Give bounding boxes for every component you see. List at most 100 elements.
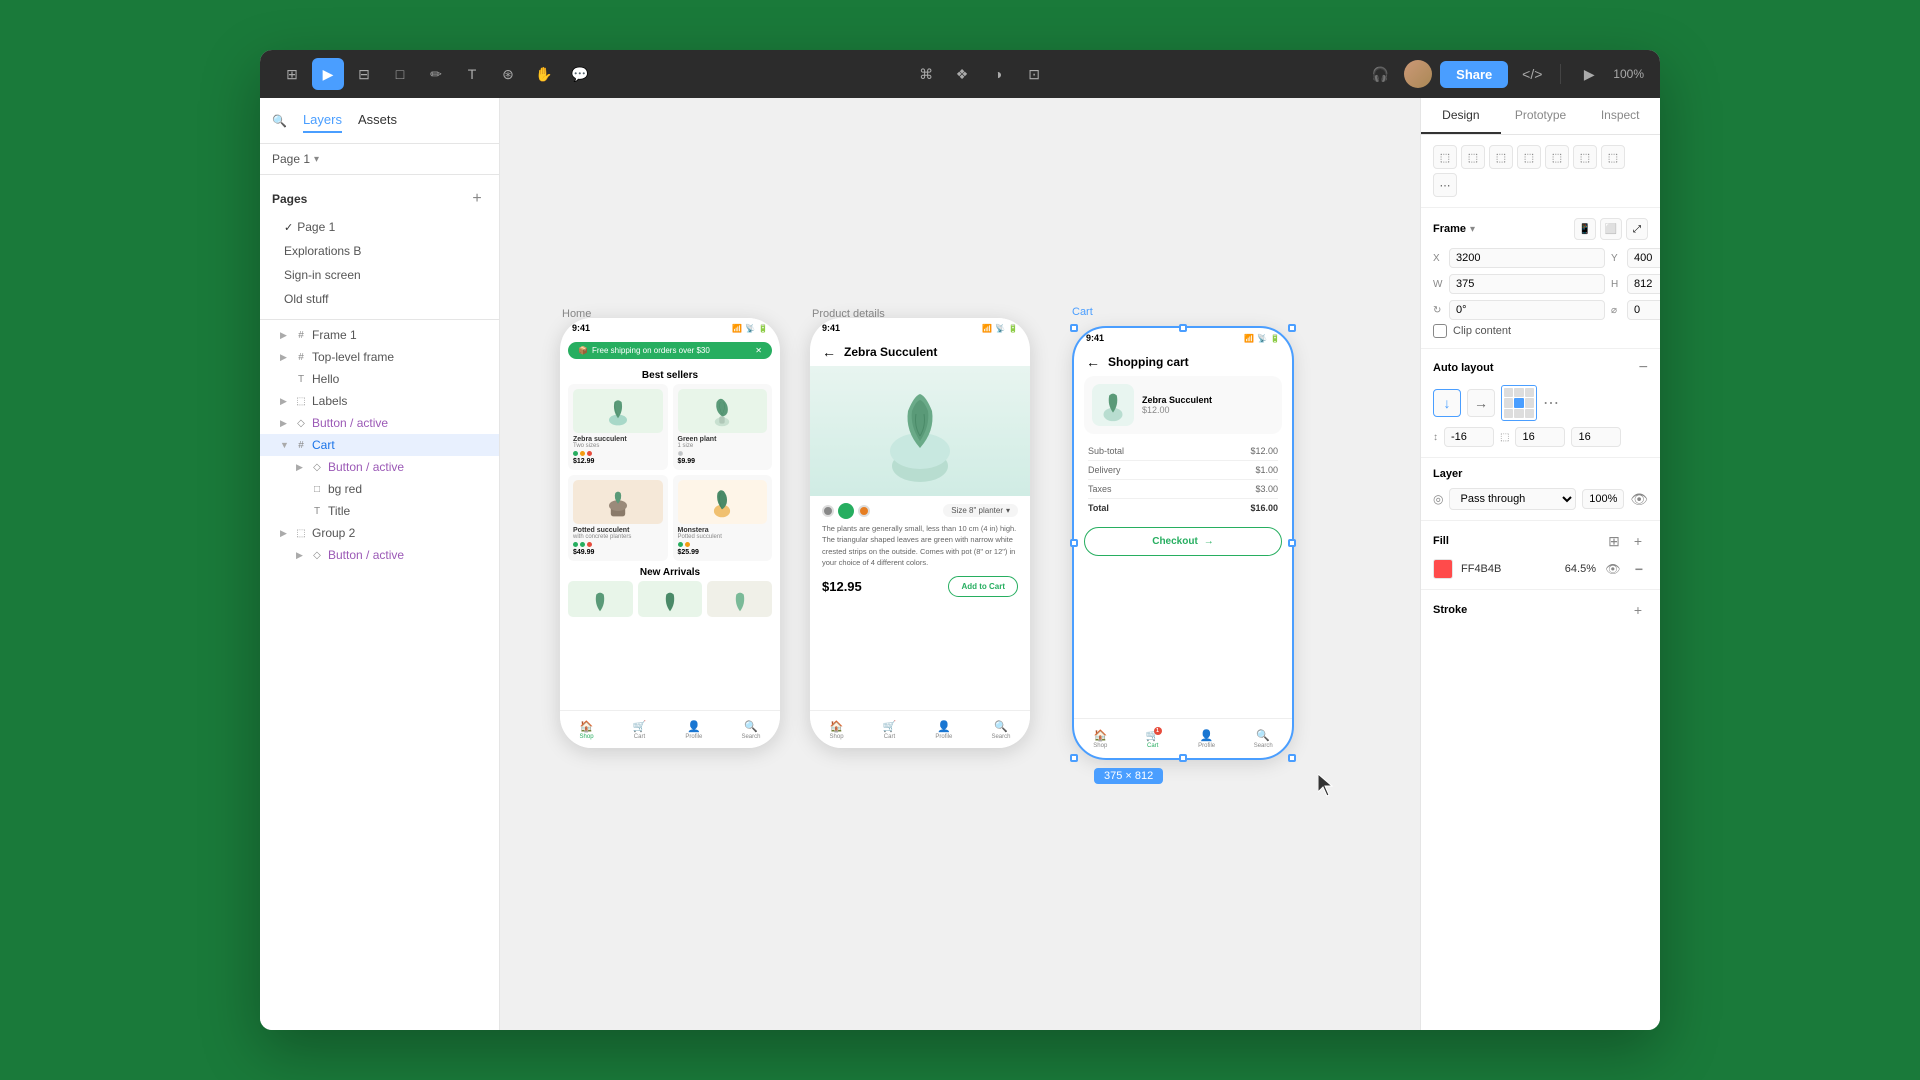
grid-tool[interactable]: ⊞ xyxy=(276,58,308,90)
more-options-button[interactable]: ⋯ xyxy=(1433,173,1457,197)
x-input[interactable] xyxy=(1449,248,1605,268)
play-button[interactable]: ▶ xyxy=(1573,58,1605,90)
align-right-button[interactable]: ⬚ xyxy=(1489,145,1513,169)
add-to-cart-button[interactable]: Add to Cart xyxy=(948,576,1018,597)
layer-cart[interactable]: ▼ # Cart xyxy=(260,434,499,456)
fill-add-button[interactable]: + xyxy=(1628,531,1648,551)
share-button[interactable]: Share xyxy=(1440,61,1508,88)
code-view-button[interactable]: </> xyxy=(1516,58,1548,90)
frame-tool[interactable]: ⊟ xyxy=(348,58,380,90)
canvas-area[interactable]: Home 9:41 📶 📡 🔋 📦 Free shipping on order… xyxy=(500,98,1420,1030)
fill-row: FF4B4B 64.5% 👁 − xyxy=(1433,559,1648,579)
product-price-3: $49.99 xyxy=(573,549,663,556)
phone-home: 9:41 📶 📡 🔋 📦 Free shipping on orders ove… xyxy=(560,318,780,748)
stroke-add-button[interactable]: + xyxy=(1628,600,1648,620)
auto-layout-title: Auto layout xyxy=(1433,362,1494,374)
layers-tree: ▶ # Frame 1 ▶ # Top-level frame T Hello … xyxy=(260,320,499,1030)
layer-button-active-2[interactable]: ▶ ◇ Button / active xyxy=(260,544,499,566)
layer-title[interactable]: T Title xyxy=(260,500,499,522)
group-icon: ⬚ xyxy=(294,526,308,540)
tablet-frame-button[interactable]: ⬜ xyxy=(1600,218,1622,240)
fill-remove-button[interactable]: − xyxy=(1630,560,1648,578)
preview-icon[interactable]: ⊡ xyxy=(1018,58,1050,90)
zoom-selector[interactable]: 100% xyxy=(1613,67,1644,81)
tab-inspect[interactable]: Inspect xyxy=(1580,98,1660,134)
layer-labels[interactable]: ▶ ⬚ Labels xyxy=(260,390,499,412)
y-label: Y xyxy=(1611,253,1623,264)
visibility-toggle[interactable]: 👁 xyxy=(1630,491,1648,508)
rotation-input[interactable] xyxy=(1449,300,1605,320)
align-left-button[interactable]: ⬚ xyxy=(1433,145,1457,169)
page-item-explorations[interactable]: Explorations B xyxy=(260,239,499,263)
w-input[interactable] xyxy=(1449,274,1605,294)
phone-frame-button[interactable]: 📱 xyxy=(1574,218,1596,240)
layer-group2[interactable]: ▶ ⬚ Group 2 xyxy=(260,522,499,544)
comment-tool[interactable]: 💬 xyxy=(564,58,596,90)
distribute-h-button[interactable]: ⬚ xyxy=(1601,145,1625,169)
product-name-4: Monstera xyxy=(678,527,768,534)
back-button[interactable]: ← xyxy=(822,344,836,360)
padding-input[interactable] xyxy=(1515,427,1565,447)
tab-layers[interactable]: Layers xyxy=(303,108,342,133)
layout-direction-right[interactable]: → xyxy=(1467,389,1495,417)
align-top-button[interactable]: ⬚ xyxy=(1517,145,1541,169)
fill-visibility-toggle[interactable]: 👁 xyxy=(1604,560,1622,578)
components-icon[interactable]: ❖ xyxy=(946,58,978,90)
checkout-button[interactable]: Checkout → xyxy=(1084,527,1282,556)
shape-tool[interactable]: □ xyxy=(384,58,416,90)
layer-label: Top-level frame xyxy=(312,350,394,364)
layer-frame1[interactable]: ▶ # Frame 1 xyxy=(260,324,499,346)
h-input[interactable] xyxy=(1627,274,1660,294)
toolbar-right: 🎧 Share </> ▶ 100% xyxy=(1364,58,1644,90)
add-page-button[interactable]: + xyxy=(467,189,487,209)
select-tool[interactable]: ▶ xyxy=(312,58,344,90)
layer-button-active-cart[interactable]: ▶ ◇ Button / active xyxy=(260,456,499,478)
align-center-h-button[interactable]: ⬚ xyxy=(1461,145,1485,169)
tab-assets[interactable]: Assets xyxy=(358,108,397,133)
fill-grid-button[interactable]: ⊞ xyxy=(1604,531,1624,551)
panel-header: 🔍 Layers Assets xyxy=(260,98,499,144)
page-item-page1[interactable]: Page 1 xyxy=(260,215,499,239)
layer-hello[interactable]: T Hello xyxy=(260,368,499,390)
fill-header: Fill ⊞ + xyxy=(1433,531,1648,551)
gap-input[interactable] xyxy=(1444,427,1494,447)
plugins-icon[interactable]: ⌘ xyxy=(910,58,942,90)
size-selector[interactable]: Size 8" planter ▾ xyxy=(943,504,1018,517)
padding-input-2[interactable] xyxy=(1571,427,1621,447)
product-price-1: $12.99 xyxy=(573,458,663,465)
left-panel: 🔍 Layers Assets Page 1 ▾ Pages + Page 1 … xyxy=(260,98,500,1030)
layout-direction-down[interactable]: ↓ xyxy=(1433,389,1461,417)
tab-design[interactable]: Design xyxy=(1421,98,1501,134)
opacity-input[interactable] xyxy=(1582,489,1624,509)
component-tool[interactable]: ⊛ xyxy=(492,58,524,90)
tab-prototype[interactable]: Prototype xyxy=(1501,98,1581,134)
pen-tool[interactable]: ✏ xyxy=(420,58,452,90)
subtotal-value: $12.00 xyxy=(1250,446,1278,456)
hand-tool[interactable]: ✋ xyxy=(528,58,560,90)
y-input[interactable] xyxy=(1627,248,1660,268)
fill-color-swatch[interactable] xyxy=(1433,559,1453,579)
page-selector[interactable]: Page 1 ▾ xyxy=(260,144,499,175)
text-tool[interactable]: T xyxy=(456,58,488,90)
layer-label: Button / active xyxy=(328,548,404,562)
themes-icon[interactable]: ◑ xyxy=(982,58,1014,90)
blend-mode-select[interactable]: Pass through xyxy=(1449,488,1576,510)
clip-content-label: Clip content xyxy=(1453,325,1511,337)
corner-input[interactable] xyxy=(1627,300,1660,320)
layer-button-active-1[interactable]: ▶ ◇ Button / active xyxy=(260,412,499,434)
product-description: The plants are generally small, less tha… xyxy=(822,523,1018,568)
align-bottom-button[interactable]: ⬚ xyxy=(1573,145,1597,169)
clip-content-checkbox[interactable] xyxy=(1433,324,1447,338)
frame-section-title: Frame xyxy=(1433,223,1466,235)
page-item-signin[interactable]: Sign-in screen xyxy=(260,263,499,287)
layer-bg-red[interactable]: □ bg red xyxy=(260,478,499,500)
x-label: X xyxy=(1433,253,1445,264)
headphones-icon[interactable]: 🎧 xyxy=(1364,58,1396,90)
auto-layout-more[interactable]: ⋯ xyxy=(1543,393,1559,413)
layer-top-level-frame[interactable]: ▶ # Top-level frame xyxy=(260,346,499,368)
cursor-pointer xyxy=(1318,774,1338,803)
align-center-v-button[interactable]: ⬚ xyxy=(1545,145,1569,169)
page-item-oldstuff[interactable]: Old stuff xyxy=(260,287,499,311)
fullscreen-frame-button[interactable]: ⤢ xyxy=(1626,218,1648,240)
auto-layout-remove-button[interactable]: − xyxy=(1639,359,1648,377)
